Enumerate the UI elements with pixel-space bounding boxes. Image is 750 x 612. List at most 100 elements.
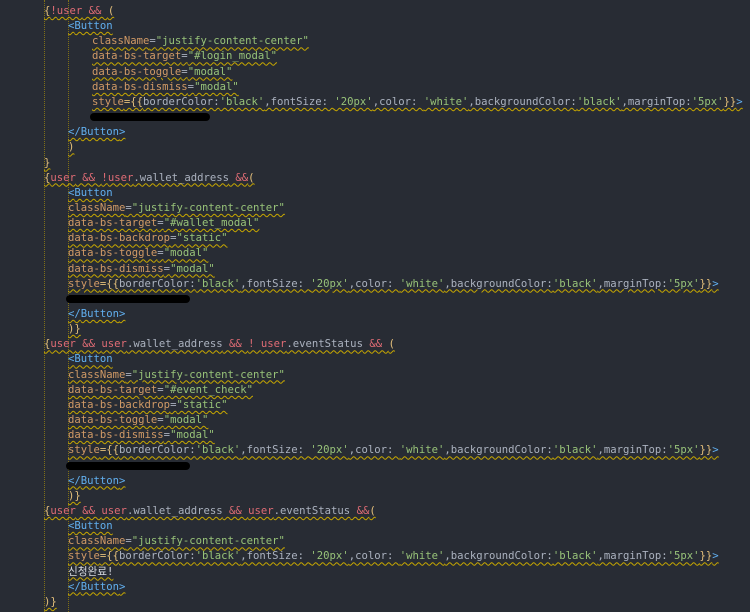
code-token: ,backgroundColor: xyxy=(444,444,553,457)
code-token: "justify-content-center" xyxy=(131,535,285,548)
code-line: data-bs-dismiss="modal" xyxy=(68,428,215,443)
code-line: )} xyxy=(44,595,57,610)
code-token: "modal" xyxy=(194,80,239,93)
code-line: data-bs-dismiss="modal" xyxy=(68,262,215,277)
code-token: data-bs-backdrop xyxy=(68,232,171,245)
code-line: {!user && ( xyxy=(44,4,114,19)
code-token: ( xyxy=(369,504,376,517)
code-token: "modal" xyxy=(170,262,215,275)
code-line: className="justify-content-center" xyxy=(68,368,285,383)
code-token: user xyxy=(101,338,127,351)
code-line: <Button xyxy=(68,352,113,367)
code-token: > xyxy=(712,550,719,563)
code-token: "static" xyxy=(176,398,228,411)
code-token: > xyxy=(119,474,126,487)
code-line: {user && !user.wallet_address &&( xyxy=(44,171,255,186)
code-token: "#login_modal" xyxy=(187,50,277,63)
code-token: Button xyxy=(74,520,113,533)
code-token: && xyxy=(75,338,102,351)
code-token: ,marginTop: xyxy=(597,444,668,457)
code-token: user xyxy=(50,171,76,184)
code-token: ={{ xyxy=(99,550,120,563)
code-token: borderColor: xyxy=(119,444,196,457)
code-token: 'white' xyxy=(399,550,445,563)
code-line: className="justify-content-center" xyxy=(68,201,285,216)
code-line: <Button xyxy=(68,186,113,201)
code-editor[interactable]: {!user && (<Button className="justify-con… xyxy=(0,0,750,612)
code-token: style xyxy=(68,550,100,563)
code-token: ! xyxy=(248,338,261,351)
code-token: "justify-content-center" xyxy=(131,201,285,214)
code-token: 'white' xyxy=(399,444,445,457)
code-token: > xyxy=(119,308,126,320)
redaction-bar xyxy=(66,294,190,303)
code-token: 'black' xyxy=(195,277,241,290)
code-token: '5px' xyxy=(667,550,700,563)
code-line: style={{borderColor:'black',fontSize: '2… xyxy=(68,277,719,292)
code-token: '5px' xyxy=(691,95,724,108)
code-token: ,marginTop: xyxy=(597,550,668,563)
code-token: ( xyxy=(107,5,115,17)
code-token: data-bs-dismiss xyxy=(68,429,164,442)
code-token: ) xyxy=(68,141,75,154)
code-token: 'black' xyxy=(552,550,598,563)
code-token: ( xyxy=(388,338,395,351)
code-token: }} xyxy=(723,95,737,108)
code-token: Button xyxy=(74,186,113,199)
code-token: className xyxy=(68,535,126,548)
code-token: && xyxy=(222,338,249,351)
code-token: borderColor: xyxy=(143,95,220,108)
code-token: data-bs-dismiss xyxy=(92,80,188,93)
code-line: } xyxy=(44,156,50,171)
code-token: data-bs-toggle xyxy=(92,65,182,78)
code-token: </ xyxy=(68,474,81,487)
code-token: "justify-content-center" xyxy=(155,35,309,48)
code-token: style xyxy=(68,277,100,290)
code-line: 신청완료! xyxy=(68,565,113,580)
code-token: && xyxy=(229,171,249,184)
code-token: )} xyxy=(44,595,57,608)
code-token: }} xyxy=(699,444,713,457)
code-token: > xyxy=(119,580,126,593)
code-token: ,fontSize: xyxy=(240,550,311,563)
code-line: )} xyxy=(68,322,81,337)
code-line: style={{borderColor:'black',fontSize: '2… xyxy=(92,95,743,110)
code-token: && xyxy=(362,338,389,351)
code-line: data-bs-backdrop="static" xyxy=(68,231,227,246)
code-token: .wallet_address xyxy=(126,504,223,517)
redaction-bar xyxy=(90,113,210,122)
code-token: .eventStatus xyxy=(286,338,363,351)
code-token: > xyxy=(712,444,719,457)
code-token: 신청완료! xyxy=(68,565,114,578)
code-token: && xyxy=(75,171,102,184)
code-token: user xyxy=(260,338,287,351)
code-token: '5px' xyxy=(667,277,700,290)
code-token: 'black' xyxy=(195,550,241,563)
code-token: ,color: xyxy=(348,444,400,457)
code-line: </Button> xyxy=(68,474,125,489)
code-token: '20px' xyxy=(310,550,349,563)
code-token: '20px' xyxy=(310,444,349,457)
code-token: "modal" xyxy=(163,247,209,260)
code-token: ,backgroundColor: xyxy=(468,95,577,108)
code-token: ,fontSize: xyxy=(264,95,335,108)
code-line: data-bs-target="#login_modal" xyxy=(92,49,277,64)
code-token: '20px' xyxy=(334,95,373,108)
code-token: ,backgroundColor: xyxy=(444,277,553,290)
code-token: "#wallet_modal" xyxy=(163,217,260,230)
code-token: ,marginTop: xyxy=(621,95,692,108)
code-token: </ xyxy=(68,308,81,320)
code-line: style={{borderColor:'black',fontSize: '2… xyxy=(68,549,719,564)
code-token: ,color: xyxy=(348,277,400,290)
code-token: </ xyxy=(68,580,81,593)
code-line: data-bs-toggle="modal" xyxy=(92,65,232,80)
code-line: )} xyxy=(68,489,81,504)
code-token: data-bs-toggle xyxy=(68,414,158,427)
code-token: ,backgroundColor: xyxy=(444,550,553,563)
code-token: '20px' xyxy=(310,277,349,290)
code-token: borderColor: xyxy=(119,277,196,290)
code-token: )} xyxy=(68,489,81,502)
code-line: </Button> xyxy=(68,307,125,322)
code-token: > xyxy=(712,277,719,290)
redaction-bar xyxy=(66,461,190,470)
